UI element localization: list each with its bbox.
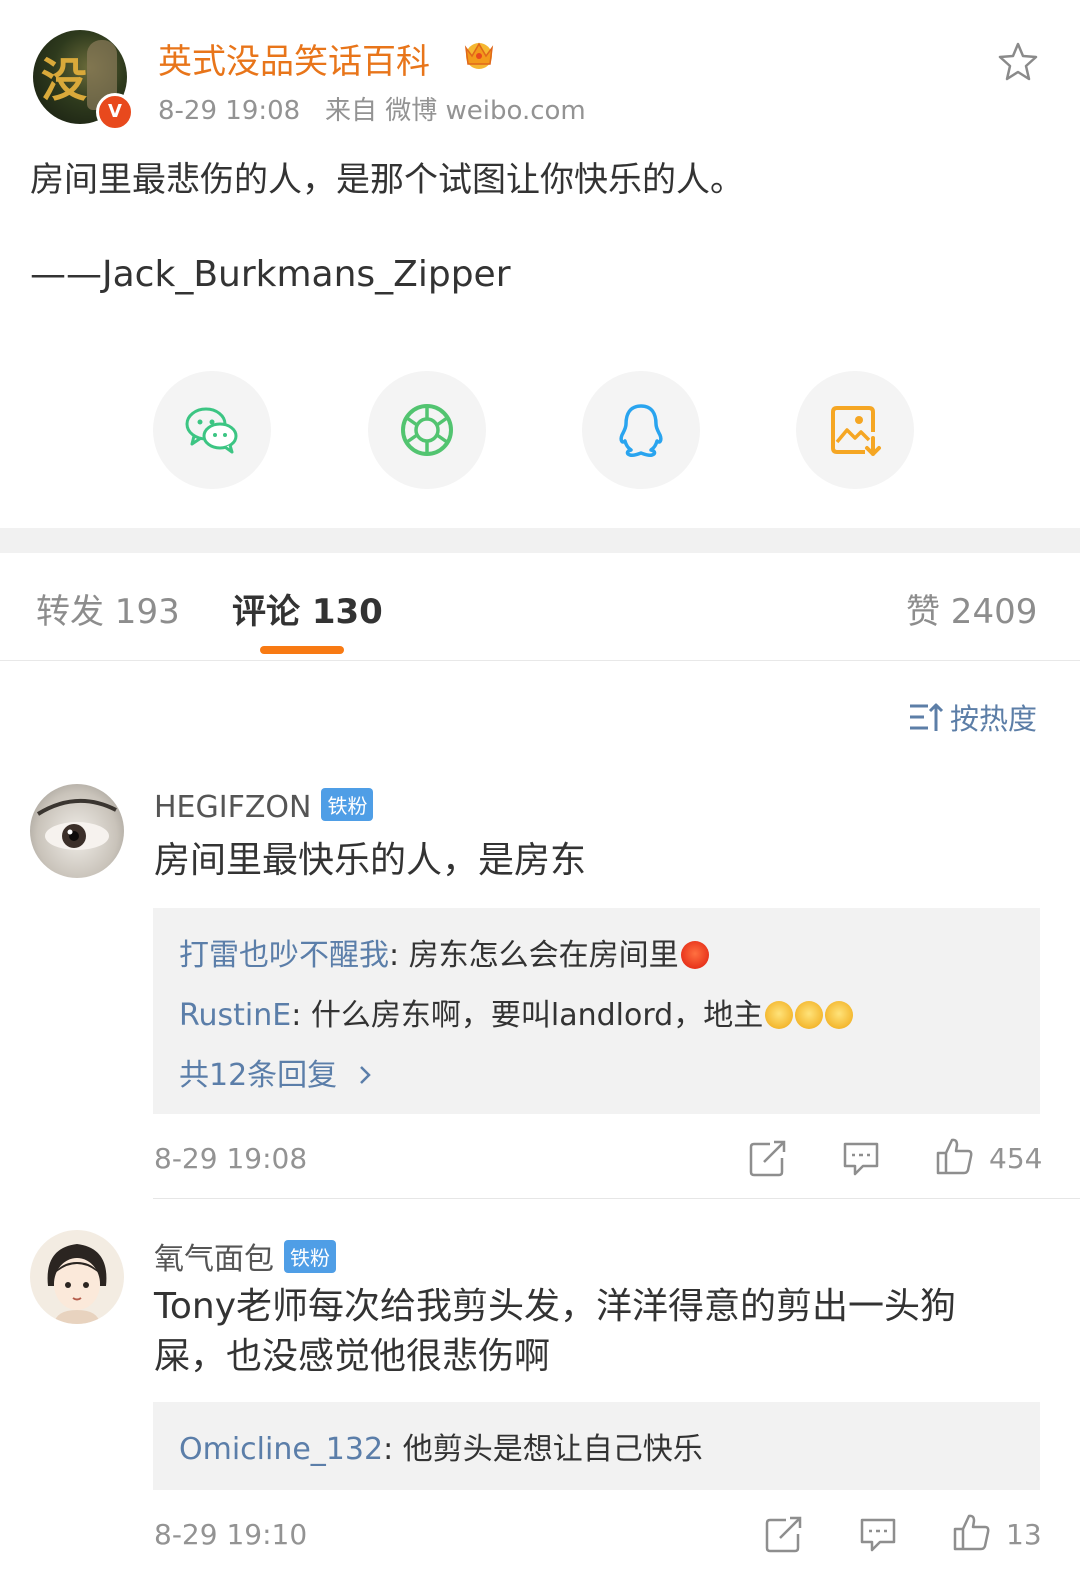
- sort-label: 按热度: [950, 702, 1038, 736]
- more-replies-link[interactable]: 共12条回复: [179, 1050, 375, 1094]
- reply-text: 房东怎么会在房间里: [408, 938, 679, 973]
- avatar-glyph: 没: [41, 53, 87, 107]
- comment-time: 8-29 19:08: [154, 1142, 308, 1175]
- comment-text: 房间里最快乐的人，是房东: [154, 840, 587, 881]
- cartoon-girl-avatar-image: [47, 1244, 107, 1324]
- verified-badge-icon: V: [96, 93, 134, 131]
- like-count: 454: [989, 1142, 1043, 1175]
- moments-icon: [401, 404, 453, 456]
- comment-separator: [153, 1198, 1080, 1199]
- comment-author[interactable]: HEGIFZON 铁粉: [154, 788, 374, 825]
- comment-avatar[interactable]: [30, 784, 124, 878]
- more-replies-label: 共12条回复: [179, 1058, 338, 1093]
- sort-icon: [910, 703, 944, 731]
- laugh-cry-emoji-icon: [795, 1001, 824, 1029]
- share-wechat-button[interactable]: [153, 371, 271, 489]
- save-image-button[interactable]: [796, 371, 914, 489]
- reply-author[interactable]: Omicline_132: [179, 1432, 383, 1467]
- angry-emoji-icon: [680, 941, 709, 969]
- laugh-cry-emoji-icon: [765, 1001, 794, 1029]
- reply-box[interactable]: Omicline_132: 他剪头是想让自己快乐: [153, 1402, 1040, 1490]
- fan-badge: 铁粉: [321, 788, 374, 821]
- comment-author[interactable]: 氧气面包 铁粉: [154, 1234, 336, 1278]
- post-meta: 8-29 19:08 来自 微博 weibo.com: [158, 90, 586, 127]
- eye-avatar-image: [36, 799, 117, 850]
- reply-author[interactable]: 打雷也吵不醒我: [179, 938, 389, 973]
- laugh-cry-emoji-icon: [825, 1001, 854, 1029]
- tab-likes[interactable]: 赞 2409: [906, 584, 1037, 633]
- section-divider: [0, 528, 1080, 553]
- like-icon[interactable]: [934, 1136, 974, 1176]
- reply-separator: :: [291, 998, 311, 1033]
- qq-icon: [619, 404, 663, 457]
- author-name[interactable]: 英式没品笑话百科: [158, 34, 430, 83]
- chevron-right-icon: [359, 1066, 371, 1084]
- favorite-star-icon[interactable]: [996, 40, 1040, 84]
- post-text: 房间里最悲伤的人，是那个试图让你快乐的人。: [30, 160, 744, 200]
- tab-divider: [0, 660, 1080, 661]
- share-moments-button[interactable]: [368, 371, 486, 489]
- reply-separator: :: [389, 938, 409, 973]
- comment-author-name[interactable]: HEGIFZON: [154, 790, 311, 825]
- sort-button[interactable]: 按热度: [908, 696, 1037, 738]
- post-time: 8-29 19:08: [158, 96, 301, 126]
- comment-author-name[interactable]: 氧气面包: [154, 1242, 274, 1277]
- like-count: 13: [1006, 1518, 1042, 1551]
- reply-separator: :: [383, 1432, 403, 1467]
- reply-item[interactable]: RustinE: 什么房东啊，要叫landlord，地主: [179, 990, 854, 1034]
- repost-icon[interactable]: [748, 1138, 788, 1178]
- fan-badge: 铁粉: [284, 1240, 336, 1273]
- share-qq-button[interactable]: [582, 371, 700, 489]
- comment-avatar[interactable]: [30, 1230, 124, 1324]
- crown-icon: [464, 42, 494, 69]
- save-image-icon: [831, 406, 881, 456]
- reply-text: 他剪头是想让自己快乐: [402, 1432, 703, 1467]
- comment-icon[interactable]: [858, 1514, 898, 1554]
- comment-text: Tony老师每次给我剪头发，洋洋得意的剪出一头狗屎，也没感觉他很悲伤啊: [154, 1286, 957, 1377]
- repost-icon[interactable]: [764, 1514, 804, 1554]
- tab-comments[interactable]: 评论 130: [232, 584, 383, 633]
- comment-icon[interactable]: [841, 1138, 881, 1178]
- tab-active-indicator: [260, 646, 344, 654]
- comment-time: 8-29 19:10: [154, 1518, 308, 1551]
- reply-author[interactable]: RustinE: [179, 998, 291, 1033]
- post-source: 来自 微博 weibo.com: [325, 96, 586, 126]
- reply-item[interactable]: 打雷也吵不醒我: 房东怎么会在房间里: [179, 930, 709, 974]
- reply-box[interactable]: 打雷也吵不醒我: 房东怎么会在房间里 RustinE: 什么房东啊，要叫land…: [153, 908, 1040, 1114]
- post-signature: ——Jack_Burkmans_Zipper: [30, 254, 511, 295]
- tab-repost[interactable]: 转发 193: [36, 584, 180, 633]
- reply-item[interactable]: Omicline_132: 他剪头是想让自己快乐: [179, 1424, 703, 1468]
- wechat-icon: [185, 407, 238, 454]
- like-icon[interactable]: [951, 1512, 991, 1552]
- reply-text: 什么房东啊，要叫landlord，地主: [310, 998, 764, 1033]
